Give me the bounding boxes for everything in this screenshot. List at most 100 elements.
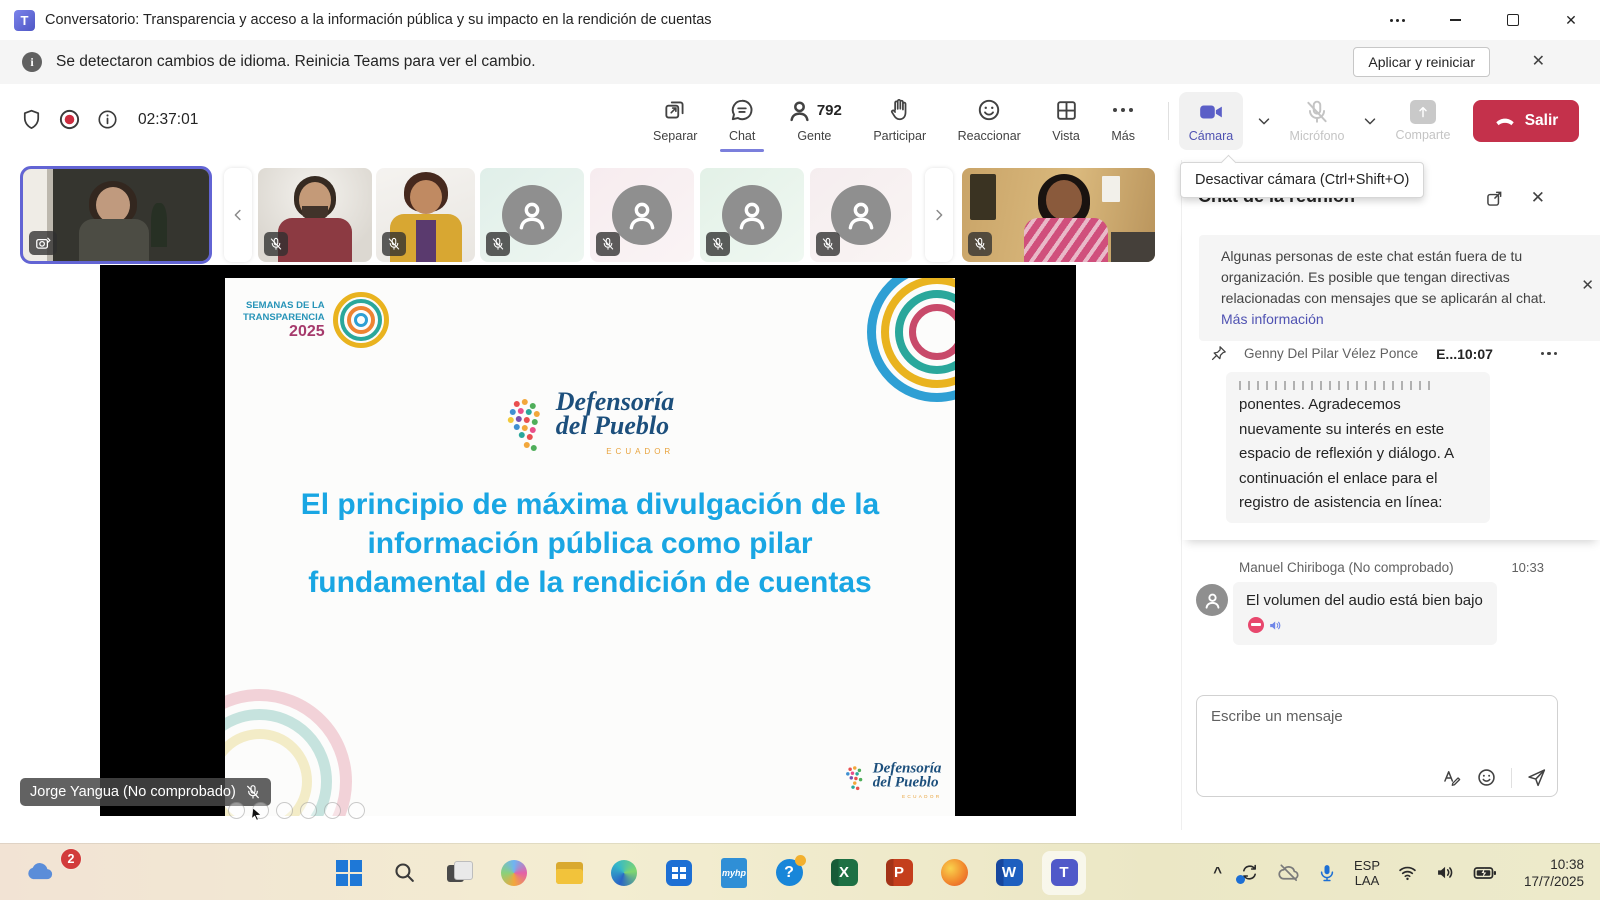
speaker-low-icon — [1268, 618, 1283, 633]
onedrive-paused-icon[interactable] — [1277, 861, 1300, 884]
meeting-info-icon[interactable] — [96, 108, 119, 131]
mas-button[interactable]: Más — [1111, 96, 1135, 143]
weather-widget[interactable]: 2 — [22, 856, 58, 886]
language-indicator[interactable]: ESPLAA — [1354, 858, 1380, 888]
chevron-right-icon — [930, 206, 948, 224]
firefox-icon[interactable] — [939, 858, 969, 888]
video-tile-spotlight[interactable] — [962, 168, 1155, 262]
close-button[interactable]: ✕ — [1542, 0, 1600, 40]
battery-icon[interactable] — [1473, 861, 1497, 885]
video-tile-participant[interactable] — [258, 168, 372, 262]
person-avatar-icon — [612, 185, 672, 245]
excel-icon[interactable]: X — [829, 858, 859, 888]
microphone-button[interactable]: Micrófono — [1285, 92, 1349, 150]
microphone-tray-icon[interactable] — [1317, 863, 1337, 883]
defensoria-logo-small: Defensoría del Pueblo ECUADOR — [843, 761, 941, 804]
external-users-warning: Algunas personas de este chat están fuer… — [1199, 235, 1600, 341]
apply-restart-button[interactable]: Aplicar y reiniciar — [1353, 47, 1490, 77]
edge-icon[interactable] — [609, 858, 639, 888]
myhp-icon[interactable]: myhp — [719, 858, 749, 888]
maximize-button[interactable] — [1484, 0, 1542, 40]
microsoft-store-icon[interactable] — [664, 858, 694, 888]
no-entry-icon — [1248, 617, 1264, 633]
message-sender: Manuel Chiriboga (No comprobado) — [1239, 560, 1454, 575]
avatar-tile[interactable] — [480, 168, 584, 262]
powerpoint-icon[interactable]: P — [884, 858, 914, 888]
avatar-tile[interactable] — [810, 168, 912, 262]
meeting-timer: 02:37:01 — [138, 111, 198, 129]
clock[interactable]: 10:3817/7/2025 — [1514, 856, 1584, 890]
input-placeholder: Escribe un mensaje — [1211, 708, 1343, 725]
close-chat-icon[interactable]: ✕ — [1531, 188, 1545, 208]
speaker-icon[interactable] — [1435, 862, 1456, 883]
mic-options-chevron-icon[interactable] — [1361, 112, 1379, 130]
format-icon[interactable] — [1441, 767, 1462, 788]
defensoria-logo: Defensoría del Pueblo ECUADOR — [506, 390, 674, 464]
chat-bubble-icon — [729, 96, 755, 124]
mic-muted-badge — [706, 232, 730, 256]
notification-badge: 2 — [60, 848, 82, 870]
avatar-tile[interactable] — [590, 168, 694, 262]
popout-chat-icon[interactable] — [1484, 188, 1505, 209]
pinned-message-block: Algunas personas de este chat están fuer… — [1182, 222, 1600, 540]
start-button[interactable] — [334, 858, 364, 888]
vista-button[interactable]: Vista — [1052, 96, 1080, 143]
pin-icon — [1209, 344, 1228, 363]
wifi-icon[interactable] — [1397, 862, 1418, 883]
camera-button[interactable]: Cámara — [1179, 92, 1243, 150]
emoji-icon[interactable] — [1476, 767, 1497, 788]
message-sender: Genny Del Pilar Vélez Ponce — [1244, 346, 1418, 361]
video-tile-participant[interactable] — [376, 168, 475, 262]
camera-on-icon — [1198, 99, 1224, 125]
mic-muted-badge — [968, 232, 992, 256]
teams-taskbar-icon[interactable]: T — [1042, 851, 1086, 895]
mouse-cursor — [249, 806, 265, 822]
minimize-button[interactable] — [1426, 0, 1484, 40]
mic-muted-badge — [382, 232, 406, 256]
task-view-icon[interactable] — [444, 858, 474, 888]
input-divider — [1511, 768, 1512, 788]
titlebar-more-button[interactable] — [1368, 0, 1426, 40]
message-options-icon[interactable] — [1541, 352, 1558, 356]
video-tile-self[interactable] — [20, 166, 212, 264]
copilot-icon[interactable] — [499, 858, 529, 888]
participant-count: 792 — [817, 102, 842, 119]
search-icon[interactable] — [389, 858, 419, 888]
gente-button[interactable]: 792 Gente — [787, 96, 842, 143]
share-button[interactable]: Comparte — [1391, 92, 1455, 150]
separar-button[interactable]: Separar — [653, 96, 697, 143]
avatar-tile[interactable] — [700, 168, 804, 262]
sync-icon[interactable] — [1239, 862, 1260, 883]
camera-switch-icon[interactable] — [29, 231, 57, 255]
clipped-text-line — [1239, 381, 1434, 390]
filmstrip-next-button[interactable] — [925, 168, 953, 262]
banner-close-icon[interactable]: ✕ — [1532, 51, 1545, 71]
file-explorer-icon[interactable] — [554, 858, 584, 888]
camera-tooltip: Desactivar cámara (Ctrl+Shift+O) — [1180, 162, 1424, 198]
tray-overflow-icon[interactable]: ^ — [1213, 864, 1222, 881]
more-info-link[interactable]: Más información — [1221, 311, 1324, 327]
participar-button[interactable]: Participar — [873, 96, 926, 143]
decor-rings-top-right — [867, 278, 955, 402]
message-time: 10:33 — [1511, 560, 1544, 575]
word-icon[interactable]: W — [994, 858, 1024, 888]
chat-button[interactable]: Chat — [729, 96, 755, 143]
filmstrip-prev-button[interactable] — [224, 168, 252, 262]
info-icon: i — [22, 52, 42, 72]
slide-title: El principio de máxima divulgación de la… — [280, 485, 900, 602]
meeting-toolbar: 02:37:01 Separar Chat 792 Gente Particip… — [0, 84, 1600, 158]
mic-muted-badge — [264, 232, 288, 256]
mic-muted-icon — [1304, 99, 1330, 125]
presentation-stage: SEMANAS DE LA TRANSPARENCIA 2025 — [100, 265, 1076, 816]
help-icon[interactable]: ? — [774, 858, 804, 888]
teams-app-icon: T — [14, 10, 35, 31]
message-input[interactable]: Escribe un mensaje — [1196, 695, 1558, 797]
camera-options-chevron-icon[interactable] — [1255, 112, 1273, 130]
leave-button[interactable]: Salir — [1473, 100, 1579, 142]
send-icon[interactable] — [1526, 767, 1547, 788]
reaccionar-button[interactable]: Reaccionar — [958, 96, 1021, 143]
mic-muted-icon — [245, 784, 261, 800]
banner-text: Se detectaron cambios de idioma. Reinici… — [56, 53, 536, 71]
warning-close-icon[interactable]: ✕ — [1581, 275, 1594, 296]
raise-hand-icon — [887, 96, 913, 124]
